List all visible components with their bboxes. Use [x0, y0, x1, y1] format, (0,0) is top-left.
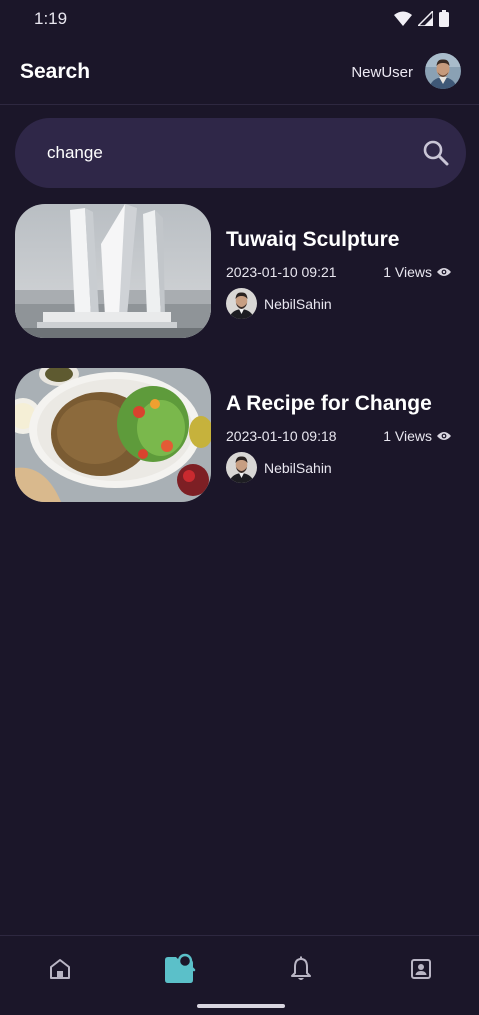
- user-avatar[interactable]: [425, 53, 461, 89]
- result-date: 2023-01-10 09:21: [226, 264, 337, 280]
- status-time: 1:19: [34, 9, 68, 28]
- search-box: [15, 118, 466, 188]
- eye-icon: [437, 428, 451, 444]
- result-views: 1 Views: [383, 264, 451, 280]
- home-indicator[interactable]: [197, 1004, 285, 1008]
- author-name: NebilSahin: [264, 296, 332, 312]
- home-icon: [48, 957, 72, 986]
- wifi-icon: [394, 11, 412, 32]
- signal-icon: [416, 9, 434, 31]
- result-title: Tuwaiq Sculpture: [226, 228, 400, 251]
- nav-profile[interactable]: [404, 954, 438, 988]
- views-count: 1 Views: [383, 264, 432, 280]
- search-input[interactable]: [47, 138, 387, 168]
- result-title: A Recipe for Change: [226, 392, 432, 415]
- author-avatar[interactable]: [226, 288, 257, 319]
- nav-search[interactable]: [162, 952, 196, 991]
- views-count: 1 Views: [383, 428, 432, 444]
- status-icons: [394, 9, 449, 32]
- bottom-nav: [0, 935, 479, 1015]
- result-views: 1 Views: [383, 428, 451, 444]
- battery-icon: [439, 10, 449, 32]
- search-icon: [162, 952, 196, 991]
- result-card-recipe-for-change[interactable]: A Recipe for Change 2023-01-10 09:18 1 V…: [15, 368, 465, 504]
- bell-icon: [289, 956, 313, 987]
- profile-icon: [409, 957, 433, 986]
- result-thumbnail: [15, 368, 211, 502]
- author-name: NebilSahin: [264, 460, 332, 476]
- search-icon[interactable]: [422, 139, 450, 167]
- username-label: NewUser: [351, 64, 413, 81]
- result-card-tuwaiq-sculpture[interactable]: Tuwaiq Sculpture 2023-01-10 09:21 1 View…: [15, 204, 465, 340]
- author-avatar[interactable]: [226, 452, 257, 483]
- status-bar: 1:19: [0, 0, 479, 40]
- result-thumbnail: [15, 204, 211, 338]
- result-date: 2023-01-10 09:18: [226, 428, 337, 444]
- app-bar: Search NewUser: [0, 40, 479, 105]
- eye-icon: [437, 264, 451, 280]
- nav-notifications[interactable]: [284, 954, 318, 988]
- page-title: Search: [20, 60, 91, 83]
- nav-home[interactable]: [43, 954, 77, 988]
